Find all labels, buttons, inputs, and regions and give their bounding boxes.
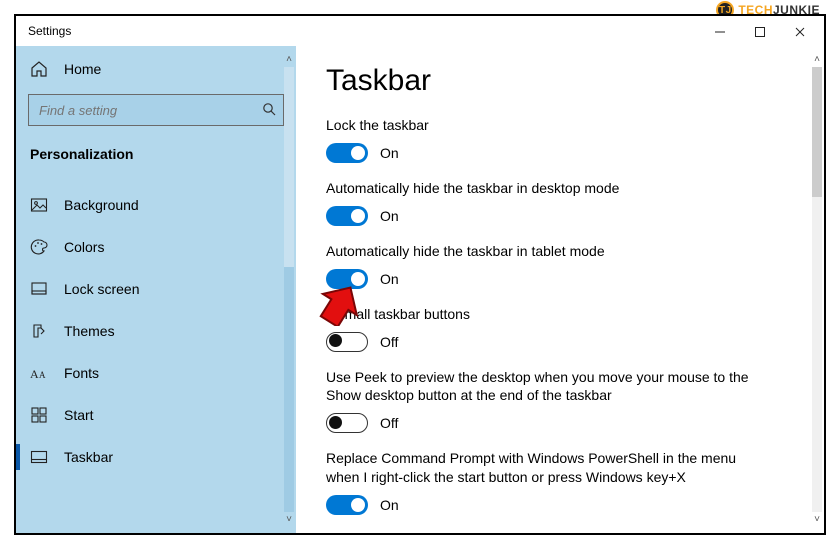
titlebar: Settings bbox=[16, 16, 824, 46]
option-label: Automatically hide the taskbar in tablet… bbox=[326, 242, 756, 261]
toggle-state: On bbox=[380, 208, 399, 224]
toggle-small-buttons[interactable] bbox=[326, 332, 368, 352]
option-label: Use Peek to preview the desktop when you… bbox=[326, 368, 756, 406]
sidebar-home-label: Home bbox=[64, 61, 101, 77]
option-badges: Show badges on taskbar buttons On bbox=[326, 531, 756, 533]
close-button[interactable] bbox=[780, 20, 820, 44]
sidebar-item-label: Lock screen bbox=[64, 281, 139, 297]
sidebar-item-start[interactable]: Start bbox=[16, 394, 296, 436]
svg-text:A: A bbox=[39, 370, 46, 380]
option-label: Show badges on taskbar buttons bbox=[326, 531, 756, 533]
toggle-autohide-tablet[interactable] bbox=[326, 269, 368, 289]
sidebar-home[interactable]: Home bbox=[16, 50, 296, 88]
toggle-peek[interactable] bbox=[326, 413, 368, 433]
option-autohide-tablet: Automatically hide the taskbar in tablet… bbox=[326, 242, 756, 289]
main-panel: Taskbar Lock the taskbar On Automaticall… bbox=[296, 46, 824, 533]
lockscreen-icon bbox=[30, 280, 48, 298]
sidebar-item-label: Colors bbox=[64, 239, 104, 255]
sidebar-item-label: Fonts bbox=[64, 365, 99, 381]
chevron-down-icon: ˅ bbox=[814, 514, 820, 525]
search-icon bbox=[262, 102, 276, 116]
option-powershell: Replace Command Prompt with Windows Powe… bbox=[326, 449, 756, 515]
sidebar-item-label: Background bbox=[64, 197, 139, 213]
main-scrollbar[interactable]: ˄ ˅ bbox=[810, 54, 824, 525]
chevron-down-icon: ˅ bbox=[286, 514, 292, 525]
search-input[interactable] bbox=[28, 94, 284, 126]
option-label: e small taskbar buttons bbox=[326, 305, 756, 324]
sidebar-item-colors[interactable]: Colors bbox=[16, 226, 296, 268]
page-title: Taskbar bbox=[326, 64, 794, 98]
sidebar-section-title: Personalization bbox=[16, 136, 296, 174]
sidebar-item-label: Taskbar bbox=[64, 449, 113, 465]
option-label: Replace Command Prompt with Windows Powe… bbox=[326, 449, 756, 487]
svg-text:A: A bbox=[30, 367, 39, 380]
toggle-state: On bbox=[380, 271, 399, 287]
sidebar-item-label: Themes bbox=[64, 323, 115, 339]
sidebar-item-lockscreen[interactable]: Lock screen bbox=[16, 268, 296, 310]
toggle-lock-taskbar[interactable] bbox=[326, 143, 368, 163]
sidebar-item-label: Start bbox=[64, 407, 94, 423]
scrollbar-thumb[interactable] bbox=[284, 67, 294, 267]
toggle-state: Off bbox=[380, 334, 398, 350]
home-icon bbox=[30, 60, 48, 78]
option-autohide-desktop: Automatically hide the taskbar in deskto… bbox=[326, 179, 756, 226]
picture-icon bbox=[30, 196, 48, 214]
toggle-powershell[interactable] bbox=[326, 495, 368, 515]
option-small-buttons: e small taskbar buttons Off bbox=[326, 305, 756, 352]
toggle-state: Off bbox=[380, 415, 398, 431]
taskbar-icon bbox=[30, 448, 48, 466]
chevron-up-icon: ˄ bbox=[814, 54, 820, 65]
settings-window: Settings Home Personal bbox=[14, 14, 826, 535]
option-label: Lock the taskbar bbox=[326, 116, 756, 135]
start-icon bbox=[30, 406, 48, 424]
minimize-button[interactable] bbox=[700, 20, 740, 44]
sidebar-item-themes[interactable]: Themes bbox=[16, 310, 296, 352]
option-label: Automatically hide the taskbar in deskto… bbox=[326, 179, 756, 198]
sidebar: Home Personalization Background bbox=[16, 46, 296, 533]
toggle-autohide-desktop[interactable] bbox=[326, 206, 368, 226]
option-lock-taskbar: Lock the taskbar On bbox=[326, 116, 756, 163]
chevron-up-icon: ˄ bbox=[286, 54, 292, 65]
window-title: Settings bbox=[28, 24, 71, 38]
toggle-state: On bbox=[380, 145, 399, 161]
maximize-button[interactable] bbox=[740, 20, 780, 44]
sidebar-item-fonts[interactable]: AA Fonts bbox=[16, 352, 296, 394]
fonts-icon: AA bbox=[30, 364, 48, 382]
palette-icon bbox=[30, 238, 48, 256]
sidebar-item-background[interactable]: Background bbox=[16, 184, 296, 226]
scrollbar-thumb[interactable] bbox=[812, 67, 822, 197]
sidebar-item-taskbar[interactable]: Taskbar bbox=[16, 436, 296, 478]
themes-icon bbox=[30, 322, 48, 340]
option-peek: Use Peek to preview the desktop when you… bbox=[326, 368, 756, 434]
sidebar-scrollbar[interactable]: ˄ ˅ bbox=[282, 54, 296, 525]
toggle-state: On bbox=[380, 497, 399, 513]
